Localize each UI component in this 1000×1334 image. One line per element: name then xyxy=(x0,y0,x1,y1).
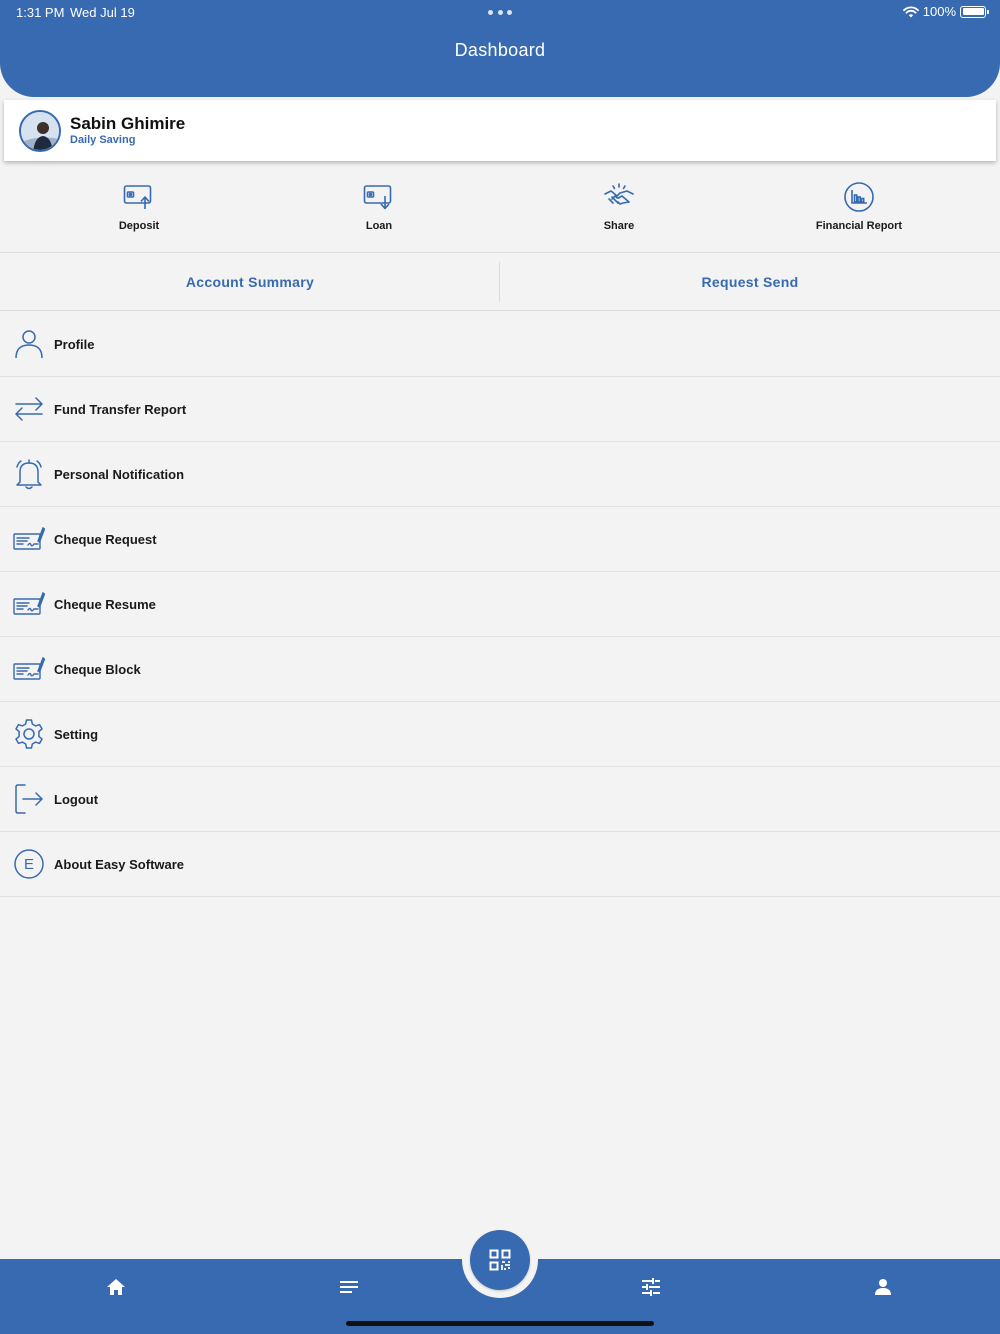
tabs: Account Summary Request Send xyxy=(0,254,1000,311)
menu-label-fund-transfer-report: Fund Transfer Report xyxy=(54,401,187,417)
nav-menu-button[interactable] xyxy=(334,1275,364,1299)
menu-item-cheque-block[interactable]: Cheque Block xyxy=(0,637,1000,702)
menu-label-personal-notification: Personal Notification xyxy=(54,466,185,482)
account-icon xyxy=(875,1279,891,1295)
wifi-icon xyxy=(902,5,919,17)
tab-account-summary[interactable]: Account Summary xyxy=(0,254,500,310)
loan-icon xyxy=(362,181,396,213)
menu-label-about-easy-software: About Easy Software xyxy=(54,856,185,872)
user-icon xyxy=(13,328,45,360)
menu-label-profile: Profile xyxy=(54,336,95,352)
cheque-icon xyxy=(13,588,45,620)
financial-report-button[interactable]: Financial Report xyxy=(739,165,979,252)
bell-icon xyxy=(13,458,45,490)
menu-item-cheque-resume[interactable]: Cheque Resume xyxy=(0,572,1000,637)
status-right: 100% xyxy=(902,4,989,19)
quick-actions: Deposit Loan Share Financial Report xyxy=(0,165,1000,253)
sliders-icon xyxy=(642,1278,660,1296)
deposit-label: Deposit xyxy=(118,220,160,232)
menu-item-profile[interactable]: Profile xyxy=(0,312,1000,377)
cheque-icon xyxy=(13,653,45,685)
menu-label-cheque-request: Cheque Request xyxy=(54,531,157,547)
share-label: Share xyxy=(603,220,635,232)
qr-scan-button[interactable] xyxy=(470,1230,530,1290)
menu-item-logout[interactable]: Logout xyxy=(0,767,1000,832)
tab-divider xyxy=(499,262,500,302)
profile-name: Sabin Ghimire xyxy=(70,114,186,133)
battery-icon xyxy=(960,5,989,18)
battery-percent: 100% xyxy=(922,4,956,19)
deposit-icon xyxy=(122,181,156,213)
profile-card[interactable]: Sabin Ghimire Daily Saving xyxy=(4,100,996,161)
menu-item-setting[interactable]: Setting xyxy=(0,702,1000,767)
status-time: 1:31 PM xyxy=(16,5,65,20)
menu-list: Profile Fund Transfer Report Personal No… xyxy=(0,312,1000,897)
easy-software-letter: E xyxy=(24,856,34,873)
menu-item-about-easy-software[interactable]: E About Easy Software xyxy=(0,832,1000,897)
chart-icon xyxy=(842,181,876,213)
home-indicator[interactable] xyxy=(346,1321,654,1326)
cheque-icon xyxy=(13,523,45,555)
menu-label-cheque-resume: Cheque Resume xyxy=(54,596,156,612)
share-button[interactable]: Share xyxy=(499,165,739,252)
loan-label: Loan xyxy=(365,220,393,232)
menu-lines-icon xyxy=(340,1281,358,1293)
avatar xyxy=(19,109,61,152)
menu-label-logout: Logout xyxy=(54,791,99,807)
menu-item-fund-transfer-report[interactable]: Fund Transfer Report xyxy=(0,377,1000,442)
menu-item-personal-notification[interactable]: Personal Notification xyxy=(0,442,1000,507)
nav-home-button[interactable] xyxy=(101,1275,131,1299)
page-title: Dashboard xyxy=(454,40,546,60)
tab-request-send[interactable]: Request Send xyxy=(500,254,1000,310)
app-header: 1:31 PM Wed Jul 19 100% Dashboard xyxy=(0,0,1000,97)
handshake-icon xyxy=(602,181,636,213)
home-icon xyxy=(107,1279,125,1295)
menu-label-cheque-block: Cheque Block xyxy=(54,661,141,677)
status-date: Wed Jul 19 xyxy=(70,5,135,20)
profile-account-type: Daily Saving xyxy=(70,134,136,146)
loan-button[interactable]: Loan xyxy=(259,165,499,252)
nav-settings-button[interactable] xyxy=(636,1275,666,1299)
gear-icon xyxy=(13,718,45,750)
deposit-button[interactable]: Deposit xyxy=(19,165,259,252)
easy-software-icon: E xyxy=(13,848,45,880)
financial-report-label: Financial Report xyxy=(815,220,903,232)
menu-label-setting: Setting xyxy=(54,726,99,742)
transfer-arrows-icon xyxy=(13,393,45,425)
multitasking-dots-icon[interactable] xyxy=(488,10,512,15)
logout-icon xyxy=(13,783,45,815)
nav-account-button[interactable] xyxy=(868,1275,898,1299)
menu-item-cheque-request[interactable]: Cheque Request xyxy=(0,507,1000,572)
qr-code-icon xyxy=(489,1249,511,1271)
